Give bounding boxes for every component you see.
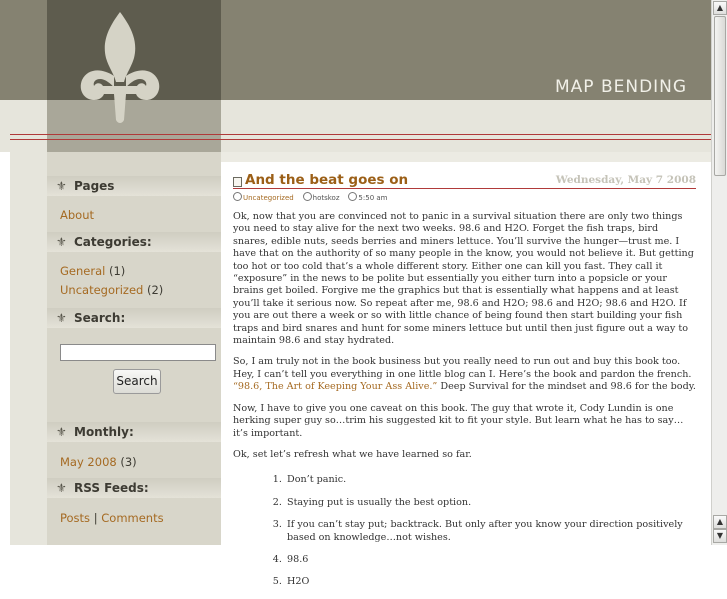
list-item: H2O	[285, 576, 696, 588]
header-rule-bottom	[10, 139, 711, 140]
rss-widget-heading: ⚜ RSS Feeds:	[47, 478, 221, 498]
search-widget-heading: ⚜ Search:	[47, 308, 221, 328]
archive-count: (3)	[120, 455, 137, 469]
post-time: 5:50 am	[358, 194, 388, 202]
sidebar-link-about[interactable]: About	[60, 208, 94, 222]
post-paragraph: Ok, now that you are convinced not to pa…	[233, 211, 694, 347]
fleur-bullet-icon: ⚜	[56, 179, 67, 193]
fleur-bullet-icon: ⚜	[56, 425, 67, 439]
post-author: hotskoz	[312, 194, 340, 202]
site-title[interactable]: MAP BENDING	[555, 77, 687, 97]
category-count: (1)	[108, 264, 126, 278]
book-link[interactable]: “98.6, The Art of Keeping Your Ass Alive…	[233, 381, 437, 392]
author-icon	[302, 192, 312, 201]
category-link[interactable]: General	[60, 264, 105, 278]
post-category-link[interactable]: Uncategorized	[243, 194, 294, 202]
summary-list: Don’t panic. Staying put is usually the …	[233, 474, 696, 588]
post-date: Wednesday, May 7 2008	[555, 174, 696, 186]
fleur-de-lis-logo[interactable]	[78, 10, 162, 125]
rss-posts-link[interactable]: Posts	[60, 511, 90, 525]
list-item: Staying put is usually the best option.	[285, 497, 696, 509]
monthly-heading-label: Monthly:	[74, 425, 134, 439]
fleur-bullet-icon: ⚜	[56, 311, 67, 325]
category-link[interactable]: Uncategorized	[60, 283, 143, 297]
archive-link[interactable]: May 2008	[60, 455, 117, 469]
monthly-widget-heading: ⚜ Monthly:	[47, 422, 221, 442]
sidebar-category-general: General (1)	[60, 264, 125, 278]
scroll-up-button[interactable]: ▲	[713, 1, 727, 15]
sidebar-rss-links: Posts | Comments	[60, 511, 164, 525]
rss-comments-link[interactable]: Comments	[101, 511, 163, 525]
post-title-rule	[233, 188, 696, 189]
category-icon	[233, 192, 242, 201]
content-top-strip	[221, 152, 711, 162]
sidebar-category-uncategorized: Uncategorized (2)	[60, 283, 163, 297]
categories-heading-label: Categories:	[74, 235, 152, 249]
scroll-up-button-lower[interactable]: ▲	[713, 515, 727, 529]
search-button[interactable]: Search	[113, 369, 161, 394]
scroll-down-button[interactable]: ▼	[713, 529, 727, 543]
sidebar-archive-may-2008: May 2008 (3)	[60, 455, 137, 469]
search-heading-label: Search:	[74, 311, 126, 325]
vertical-scrollbar[interactable]: ▲ ▲ ▼	[711, 0, 727, 545]
categories-widget-heading: ⚜ Categories:	[47, 232, 221, 252]
scrollbar-thumb[interactable]	[714, 16, 726, 176]
list-item: Don’t panic.	[285, 474, 696, 486]
post-paragraph: Ok, set let’s refresh what we have learn…	[233, 448, 472, 460]
pages-widget-heading: ⚜ Pages	[47, 176, 221, 196]
pages-heading-label: Pages	[74, 179, 115, 193]
fleur-bullet-icon: ⚜	[56, 235, 67, 249]
post-title[interactable]: And the beat goes on	[245, 172, 408, 188]
header-rule-top	[10, 134, 711, 135]
list-item: If you can’t stay put; backtrack. But on…	[285, 519, 696, 544]
post-meta: Uncategorized hotskoz 5:50 am	[233, 192, 387, 202]
clock-icon	[348, 192, 358, 201]
search-input[interactable]	[60, 344, 216, 361]
paragraph-text: So, I am truly not in the book business …	[233, 356, 692, 380]
paragraph-text: Deep Survival for the mindset and 98.6 f…	[437, 381, 696, 393]
left-gutter	[0, 152, 10, 545]
fleur-bullet-icon: ⚜	[56, 481, 67, 495]
rss-heading-label: RSS Feeds:	[74, 481, 149, 495]
rss-separator: |	[93, 511, 98, 525]
post-document-icon	[233, 177, 242, 187]
post-paragraph: So, I am truly not in the book business …	[233, 356, 696, 393]
post-body: Ok, now that you are convinced not to pa…	[233, 211, 696, 599]
list-item: 98.6	[285, 554, 696, 566]
post-paragraph: Now, I have to give you one caveat on th…	[233, 402, 684, 439]
category-count: (2)	[147, 283, 164, 297]
